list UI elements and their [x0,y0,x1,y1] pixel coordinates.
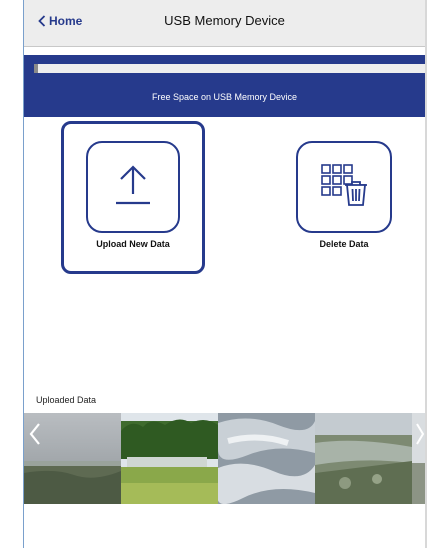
delete-data-label: Delete Data [319,239,369,249]
upload-new-data-label: Upload New Data [96,239,170,249]
header-bar: Home USB Memory Device [24,0,425,47]
upload-icon-box [86,141,180,233]
page-title: USB Memory Device [164,13,285,28]
gallery-next-button[interactable] [415,421,425,447]
delete-icon-box [296,141,392,233]
right-edge-line [425,0,427,548]
upload-new-data-button[interactable]: Upload New Data [61,121,205,274]
free-space-label: Free Space on USB Memory Device [151,92,298,102]
chevron-right-icon [415,423,425,451]
free-space-panel: Free Space on USB Memory Device [24,55,425,117]
chevron-left-icon [27,423,43,451]
uploaded-image-thumbnail[interactable] [315,413,412,504]
delete-data-button[interactable]: Delete Data [292,141,396,261]
gallery-prev-button[interactable] [27,421,43,447]
free-space-bar-fill [34,64,38,73]
grid-trash-icon [318,161,370,214]
free-space-bar [34,64,425,73]
uploaded-data-gallery [24,413,425,504]
uploaded-image-thumbnail[interactable] [121,413,218,504]
uploaded-data-title: Uploaded Data [36,395,97,405]
upload-arrow-icon [109,161,157,214]
uploaded-image-thumbnail[interactable] [218,413,315,504]
